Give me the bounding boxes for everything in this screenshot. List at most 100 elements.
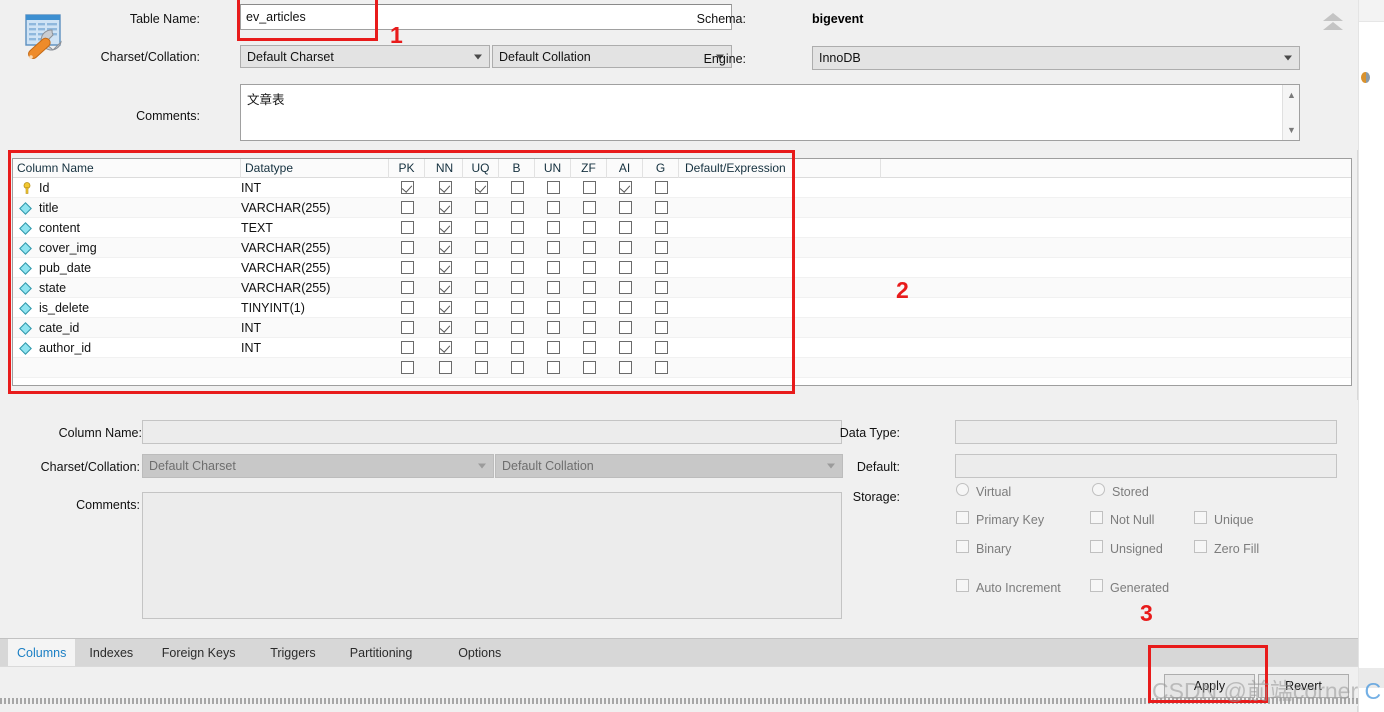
cell-default-expression[interactable] <box>681 358 881 378</box>
tab-foreign-keys[interactable]: Foreign Keys <box>153 639 245 667</box>
grid-header-un[interactable]: UN <box>535 159 571 178</box>
checkbox-b[interactable] <box>510 341 524 354</box>
cell-default-expression[interactable] <box>681 298 881 318</box>
grid-header-nn[interactable]: NN <box>427 159 463 178</box>
checkbox-un[interactable] <box>546 221 560 234</box>
checkbox-primary-key[interactable] <box>956 511 969 524</box>
cell-datatype[interactable]: TINYINT(1) <box>241 298 389 318</box>
checkbox-b[interactable] <box>510 261 524 274</box>
checkbox-un[interactable] <box>546 301 560 314</box>
checkbox-generated[interactable] <box>1090 579 1103 592</box>
cell-datatype[interactable]: INT <box>241 318 389 338</box>
editor-tab-bar[interactable]: Columns Indexes Foreign Keys Triggers Partit… <box>0 638 1358 667</box>
detail-column-name-input[interactable] <box>142 420 842 444</box>
table-row[interactable]: content TEXT <box>13 218 1351 238</box>
checkbox-un[interactable] <box>546 361 560 374</box>
checkbox-unique[interactable] <box>1194 511 1207 524</box>
checkbox-g[interactable] <box>654 221 668 234</box>
cell-datatype[interactable]: VARCHAR(255) <box>241 198 389 218</box>
charset-select[interactable]: Default Charset <box>240 45 490 68</box>
cell-datatype[interactable]: VARCHAR(255) <box>241 238 389 258</box>
checkbox-nn[interactable] <box>438 221 452 234</box>
checkbox-pk[interactable] <box>400 341 414 354</box>
checkbox-ai[interactable] <box>618 281 632 294</box>
columns-grid[interactable]: Column Name Datatype PK NN UQ B UN ZF AI G Default… <box>12 158 1352 386</box>
checkbox-g[interactable] <box>654 241 668 254</box>
checkbox-uq[interactable] <box>474 341 488 354</box>
table-row[interactable]: pub_date VARCHAR(255) <box>13 258 1351 278</box>
cell-datatype[interactable]: INT <box>241 338 389 358</box>
checkbox-nn[interactable] <box>438 261 452 274</box>
checkbox-ai[interactable] <box>618 321 632 334</box>
checkbox-uq[interactable] <box>474 361 488 374</box>
checkbox-ai[interactable] <box>618 221 632 234</box>
checkbox-zf[interactable] <box>582 221 596 234</box>
checkbox-ai[interactable] <box>618 341 632 354</box>
tab-partitioning[interactable]: Partitioning <box>341 639 422 667</box>
comments-scrollbar[interactable]: ▲ ▼ <box>1282 85 1299 140</box>
table-row[interactable]: cover_img VARCHAR(255) <box>13 238 1351 258</box>
grid-header-pk[interactable]: PK <box>389 159 425 178</box>
collapse-panel-button[interactable] <box>1316 4 1350 38</box>
table-row[interactable]: cate_id INT <box>13 318 1351 338</box>
apply-button[interactable]: Apply <box>1164 674 1255 698</box>
checkbox-pk[interactable] <box>400 241 414 254</box>
checkbox-pk[interactable] <box>400 261 414 274</box>
checkbox-uq[interactable] <box>474 281 488 294</box>
table-row[interactable]: author_id INT <box>13 338 1351 358</box>
grid-header-zf[interactable]: ZF <box>571 159 607 178</box>
table-row[interactable] <box>13 358 1351 378</box>
checkbox-pk[interactable] <box>400 301 414 314</box>
checkbox-not-null[interactable] <box>1090 511 1103 524</box>
checkbox-auto-increment[interactable] <box>956 579 969 592</box>
cell-default-expression[interactable] <box>681 238 881 258</box>
cell-default-expression[interactable] <box>681 338 881 358</box>
grid-header-spacer[interactable] <box>881 159 1351 178</box>
tab-options[interactable]: Options <box>449 639 510 667</box>
cell-default-expression[interactable] <box>681 178 881 198</box>
checkbox-ai[interactable] <box>618 361 632 374</box>
cell-column-name[interactable] <box>13 358 241 378</box>
detail-charset-select[interactable]: Default Charset <box>142 454 494 478</box>
grid-header-uq[interactable]: UQ <box>463 159 499 178</box>
checkbox-un[interactable] <box>546 201 560 214</box>
checkbox-uq[interactable] <box>474 321 488 334</box>
checkbox-uq[interactable] <box>474 221 488 234</box>
checkbox-zf[interactable] <box>582 281 596 294</box>
cell-datatype[interactable]: TEXT <box>241 218 389 238</box>
checkbox-un[interactable] <box>546 321 560 334</box>
cell-column-name[interactable]: content <box>13 218 241 238</box>
columns-grid-body[interactable]: Id INT title VARCHAR(255) content TEXT cover_i… <box>13 178 1351 378</box>
detail-data-type-input[interactable] <box>955 420 1337 444</box>
cell-column-name[interactable]: cover_img <box>13 238 241 258</box>
cell-column-name[interactable]: is_delete <box>13 298 241 318</box>
cell-default-expression[interactable] <box>681 318 881 338</box>
checkbox-b[interactable] <box>510 361 524 374</box>
checkbox-g[interactable] <box>654 321 668 334</box>
checkbox-g[interactable] <box>654 361 668 374</box>
checkbox-ai[interactable] <box>618 241 632 254</box>
table-row[interactable]: title VARCHAR(255) <box>13 198 1351 218</box>
checkbox-zf[interactable] <box>582 341 596 354</box>
checkbox-uq[interactable] <box>474 181 488 194</box>
table-row[interactable]: is_delete TINYINT(1) <box>13 298 1351 318</box>
detail-default-input[interactable] <box>955 454 1337 478</box>
checkbox-zf[interactable] <box>582 181 596 194</box>
checkbox-zero-fill[interactable] <box>1194 540 1207 553</box>
checkbox-b[interactable] <box>510 301 524 314</box>
checkbox-unsigned[interactable] <box>1090 540 1103 553</box>
checkbox-nn[interactable] <box>438 361 452 374</box>
radio-stored[interactable] <box>1092 483 1105 496</box>
table-comments-textarea[interactable]: 文章表 ▲ ▼ <box>240 84 1300 141</box>
scroll-up-icon[interactable]: ▲ <box>1283 87 1299 103</box>
checkbox-uq[interactable] <box>474 301 488 314</box>
checkbox-ai[interactable] <box>618 201 632 214</box>
grid-header-b[interactable]: B <box>499 159 535 178</box>
checkbox-nn[interactable] <box>438 341 452 354</box>
grid-header-default-expression[interactable]: Default/Expression <box>681 159 881 178</box>
checkbox-nn[interactable] <box>438 241 452 254</box>
checkbox-pk[interactable] <box>400 321 414 334</box>
checkbox-g[interactable] <box>654 341 668 354</box>
checkbox-ai[interactable] <box>618 301 632 314</box>
checkbox-uq[interactable] <box>474 241 488 254</box>
